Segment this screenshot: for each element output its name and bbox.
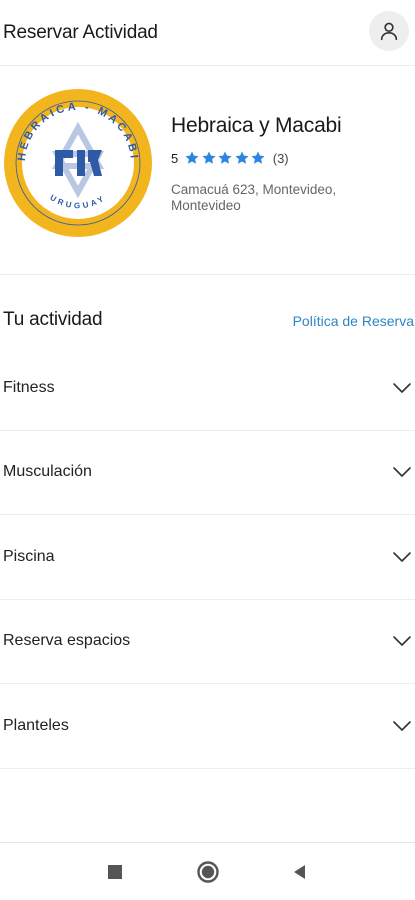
star-icon: [235, 151, 249, 164]
star-icon: [185, 151, 199, 164]
system-nav-bar: [0, 842, 415, 900]
square-icon: [108, 865, 122, 879]
category-label: Planteles: [3, 716, 69, 734]
venue-address: Camacuá 623, Montevideo, Montevideo: [171, 182, 337, 213]
venue-card: HEBRAICA - MACABI URUGUAY Hebraica y Mac…: [0, 66, 415, 275]
hebraica-macabi-logo: HEBRAICA - MACABI URUGUAY: [4, 89, 152, 237]
star-icon: [218, 151, 232, 164]
page-title: Reservar Actividad: [3, 21, 158, 43]
category-list: Fitness Musculación Piscina Reserva espa…: [0, 346, 415, 769]
back-button[interactable]: [270, 843, 330, 900]
app-header: Reservar Actividad: [0, 0, 415, 66]
booking-policy-link[interactable]: Política de Reserva: [293, 313, 414, 329]
venue-name: Hebraica y Macabi: [171, 114, 342, 137]
chevron-down-icon: [393, 382, 411, 393]
category-row-fitness[interactable]: Fitness: [0, 346, 415, 431]
star-icon: [202, 151, 216, 164]
back-triangle-icon: [294, 865, 305, 879]
category-row-musculacion[interactable]: Musculación: [0, 431, 415, 515]
category-label: Reserva espacios: [3, 632, 131, 650]
chevron-down-icon: [393, 636, 411, 647]
recent-apps-button[interactable]: [85, 843, 145, 900]
rating-value: 5: [171, 150, 179, 166]
chevron-down-icon: [393, 551, 411, 562]
profile-button[interactable]: [369, 10, 409, 51]
category-row-reserva-espacios[interactable]: Reserva espacios: [0, 600, 415, 684]
category-row-planteles[interactable]: Planteles: [0, 684, 415, 769]
review-count: (3): [272, 150, 289, 166]
star-icon: [251, 151, 265, 164]
activity-section-header: Tu actividad Política de Reserva: [0, 307, 415, 335]
category-row-piscina[interactable]: Piscina: [0, 515, 415, 600]
section-title: Tu actividad: [3, 309, 103, 330]
rating-stars: [184, 150, 267, 166]
chevron-down-icon: [393, 467, 411, 478]
circle-icon: [197, 861, 219, 883]
user-icon: [380, 22, 398, 40]
chevron-down-icon: [393, 720, 411, 731]
rating-row[interactable]: 5 (3): [171, 150, 289, 166]
category-label: Piscina: [3, 547, 55, 565]
category-label: Musculación: [3, 463, 92, 481]
home-button[interactable]: [178, 843, 238, 900]
category-label: Fitness: [3, 378, 55, 396]
